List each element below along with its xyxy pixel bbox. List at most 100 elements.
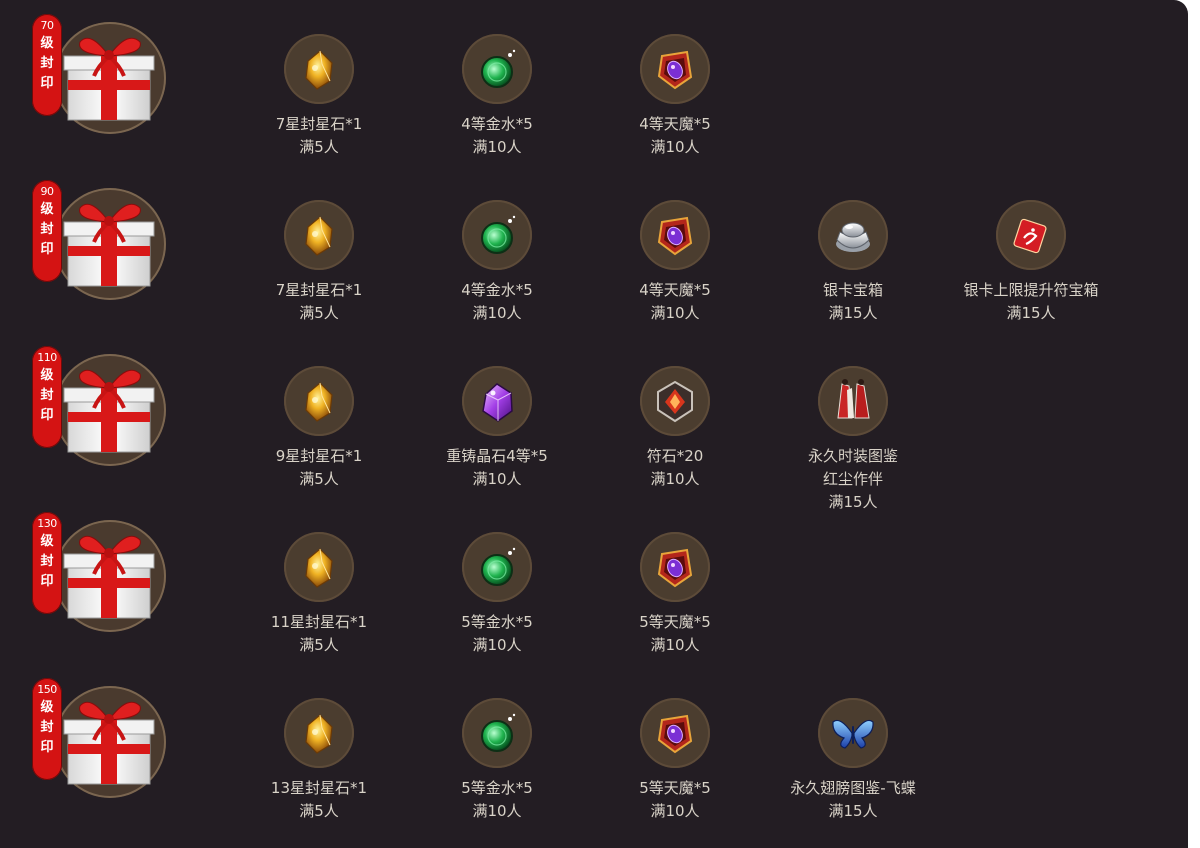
gold-water-icon[interactable] (462, 200, 532, 270)
reward-name: 5等天魔*5 (639, 779, 711, 797)
reward-name: 5等金水*5 (461, 779, 533, 797)
reward-item: 4等金水*5 满10人 (407, 34, 587, 159)
heavenly-demon-icon[interactable] (640, 34, 710, 104)
reward-name: 4等金水*5 (461, 281, 533, 299)
seal-char: 印 (40, 242, 54, 257)
reward-item: 9星封星石*1 满5人 (229, 366, 409, 491)
reward-text: 5等天魔*5 满10人 (585, 777, 765, 823)
silver-ingot-chest-icon[interactable] (818, 200, 888, 270)
reward-name: 符石*20 (646, 447, 704, 465)
reward-item: 4等天魔*5 满10人 (585, 200, 765, 325)
reward-item: 重铸晶石4等*5 满10人 (407, 366, 587, 491)
reward-item: 7星封星石*1 满5人 (229, 34, 409, 159)
gift-box-icon[interactable] (54, 188, 166, 300)
seal-star-stone-icon[interactable] (284, 200, 354, 270)
reward-name: 重铸晶石4等*5 (446, 447, 548, 465)
seal-char: 封 (40, 388, 54, 403)
level-badge: 130 级封印 (32, 512, 62, 614)
tier-row-110: 110 级封印 9星封星石*1 满5人 重铸晶石4等*5 满10人 符石*20 … (0, 332, 1188, 511)
gold-water-icon[interactable] (462, 698, 532, 768)
gift-box-icon[interactable] (54, 354, 166, 466)
seal-char: 印 (40, 574, 54, 589)
reward-item: 13星封星石*1 满5人 (229, 698, 409, 823)
reward-item: 4等金水*5 满10人 (407, 200, 587, 325)
level-number: 130 (37, 517, 57, 530)
reward-requirement: 满10人 (472, 636, 522, 654)
seal-star-stone-icon[interactable] (284, 34, 354, 104)
level-number: 150 (37, 683, 57, 696)
fashion-costume-icon[interactable] (818, 366, 888, 436)
level-badge: 90 级封印 (32, 180, 62, 282)
seal-char: 级 (40, 700, 54, 715)
reward-name: 永久翅膀图鉴-飞蝶 (790, 779, 916, 797)
reward-item: 永久时装图鉴 红尘作伴 满15人 (763, 366, 943, 514)
reward-text: 4等天魔*5 满10人 (585, 113, 765, 159)
seal-char: 级 (40, 202, 54, 217)
reward-text: 9星封星石*1 满5人 (229, 445, 409, 491)
reward-name: 9星封星石*1 (275, 447, 363, 465)
reward-text: 7星封星石*1 满5人 (229, 113, 409, 159)
reward-name: 7星封星石*1 (275, 281, 363, 299)
reward-item: 5等金水*5 满10人 (407, 532, 587, 657)
gold-water-icon[interactable] (462, 532, 532, 602)
reward-name: 11星封星石*1 (270, 613, 368, 631)
gift-box-icon[interactable] (54, 22, 166, 134)
reward-requirement: 满10人 (650, 470, 700, 488)
seal-char: 级 (40, 368, 54, 383)
red-talisman-chest-icon[interactable] (996, 200, 1066, 270)
reward-requirement: 满10人 (650, 304, 700, 322)
reward-item: 5等天魔*5 满10人 (585, 532, 765, 657)
reward-item: 永久翅膀图鉴-飞蝶 满15人 (763, 698, 943, 823)
reward-text: 永久翅膀图鉴-飞蝶 满15人 (763, 777, 943, 823)
reward-item: 7星封星石*1 满5人 (229, 200, 409, 325)
reward-requirement: 满10人 (650, 138, 700, 156)
level-number: 110 (37, 351, 57, 364)
butterfly-wings-icon[interactable] (818, 698, 888, 768)
reward-text: 11星封星石*1 满5人 (229, 611, 409, 657)
reward-requirement: 满5人 (299, 636, 339, 654)
seal-char: 印 (40, 408, 54, 423)
reward-requirement: 满10人 (472, 304, 522, 322)
gift-box-icon[interactable] (54, 520, 166, 632)
reward-item: 符石*20 满10人 (585, 366, 765, 491)
reward-requirement: 满15人 (1006, 304, 1056, 322)
rune-stone-icon[interactable] (640, 366, 710, 436)
seal-char: 封 (40, 56, 54, 71)
gift-box-icon[interactable] (54, 686, 166, 798)
reward-text: 银卡宝箱 满15人 (763, 279, 943, 325)
reward-text: 5等金水*5 满10人 (407, 777, 587, 823)
reward-requirement: 满5人 (299, 802, 339, 820)
seal-char: 封 (40, 222, 54, 237)
heavenly-demon-icon[interactable] (640, 698, 710, 768)
reward-item: 11星封星石*1 满5人 (229, 532, 409, 657)
seal-char: 级 (40, 36, 54, 51)
heavenly-demon-icon[interactable] (640, 532, 710, 602)
seal-star-stone-icon[interactable] (284, 366, 354, 436)
reward-text: 7星封星石*1 满5人 (229, 279, 409, 325)
reward-name: 7星封星石*1 (275, 115, 363, 133)
reward-item: 4等天魔*5 满10人 (585, 34, 765, 159)
seal-char: 封 (40, 554, 54, 569)
seal-star-stone-icon[interactable] (284, 698, 354, 768)
reward-text: 符石*20 满10人 (585, 445, 765, 491)
reward-text: 4等天魔*5 满10人 (585, 279, 765, 325)
reward-name: 银卡宝箱 (822, 281, 883, 299)
reward-requirement: 满10人 (472, 138, 522, 156)
seal-char: 印 (40, 76, 54, 91)
heavenly-demon-icon[interactable] (640, 200, 710, 270)
seal-star-stone-icon[interactable] (284, 532, 354, 602)
reward-name: 4等天魔*5 (639, 115, 711, 133)
tier-row-70: 70 级封印 7星封星石*1 满5人 4等金水*5 满10人 4等天魔*5 满1… (0, 0, 1188, 166)
level-number: 90 (40, 185, 55, 198)
reward-text: 13星封星石*1 满5人 (229, 777, 409, 823)
reward-item: 银卡上限提升符宝箱 满15人 (941, 200, 1121, 325)
level-badge: 70 级封印 (32, 14, 62, 116)
reward-text: 5等金水*5 满10人 (407, 611, 587, 657)
gold-water-icon[interactable] (462, 34, 532, 104)
reward-requirement: 满5人 (299, 138, 339, 156)
reward-requirement: 满10人 (650, 802, 700, 820)
level-badge: 150 级封印 (32, 678, 62, 780)
reward-name: 13星封星石*1 (270, 779, 368, 797)
recast-crystal-icon[interactable] (462, 366, 532, 436)
reward-text: 银卡上限提升符宝箱 满15人 (941, 279, 1121, 325)
